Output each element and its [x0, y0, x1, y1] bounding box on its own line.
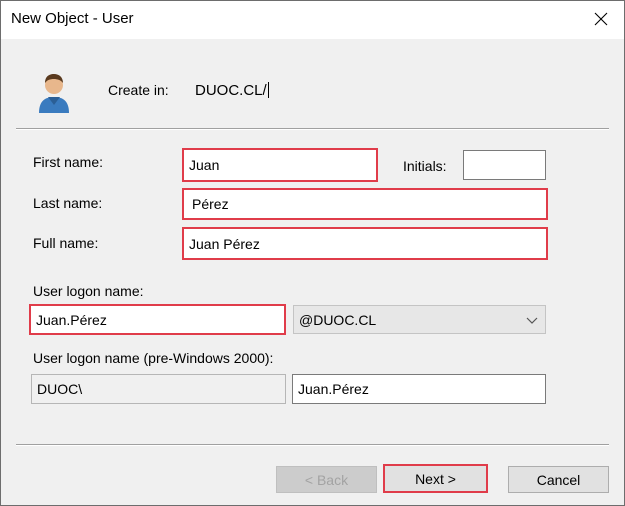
last-name-field[interactable]: Pérez	[182, 188, 548, 220]
last-name-label: Last name:	[33, 195, 103, 211]
back-button[interactable]: < Back	[276, 466, 377, 493]
chevron-down-icon	[526, 317, 538, 324]
prewin-domain-value: DUOC\	[37, 381, 83, 397]
separator-bottom	[16, 444, 609, 446]
logon-name-field[interactable]: Juan.Pérez	[29, 304, 286, 335]
text-cursor	[267, 82, 269, 98]
last-name-value: Pérez	[192, 196, 229, 212]
logon-name-value: Juan.Pérez	[36, 311, 107, 328]
close-icon	[594, 12, 608, 26]
logon-name-label: User logon name:	[33, 283, 144, 299]
create-in-value: DUOC.CL/	[195, 82, 269, 99]
prewin-domain-field: DUOC\	[31, 374, 286, 404]
upn-suffix-value: @DUOC.CL	[299, 311, 377, 328]
next-button[interactable]: Next >	[383, 464, 488, 493]
cancel-button[interactable]: Cancel	[508, 466, 609, 493]
window-title: New Object - User	[11, 10, 134, 27]
prewin-logon-field[interactable]: Juan.Pérez	[292, 374, 546, 404]
new-user-dialog: New Object - User Create in: DUOC.CL/ Fi…	[0, 0, 625, 506]
user-icon	[39, 74, 69, 113]
prewin-logon-value: Juan.Pérez	[298, 381, 369, 397]
full-name-label: Full name:	[33, 235, 99, 251]
first-name-label: First name:	[33, 154, 104, 170]
back-button-label: < Back	[304, 471, 349, 488]
initials-label: Initials:	[403, 158, 447, 174]
next-button-label: Next >	[415, 470, 456, 487]
initials-field[interactable]	[463, 150, 546, 180]
separator-top	[16, 128, 609, 130]
close-button[interactable]	[578, 1, 624, 37]
cancel-button-label: Cancel	[536, 471, 581, 488]
upn-suffix-dropdown[interactable]: @DUOC.CL	[293, 305, 546, 334]
prewin-logon-label: User logon name (pre-Windows 2000):	[33, 350, 274, 366]
first-name-field[interactable]: Juan	[182, 148, 378, 182]
full-name-field[interactable]: Juan Pérez	[182, 227, 548, 260]
create-in-path: DUOC.CL/	[195, 82, 267, 99]
title-bar: New Object - User	[1, 1, 624, 39]
full-name-value: Juan Pérez	[189, 235, 260, 252]
first-name-value: Juan	[189, 157, 220, 173]
create-in-label: Create in:	[108, 82, 169, 98]
